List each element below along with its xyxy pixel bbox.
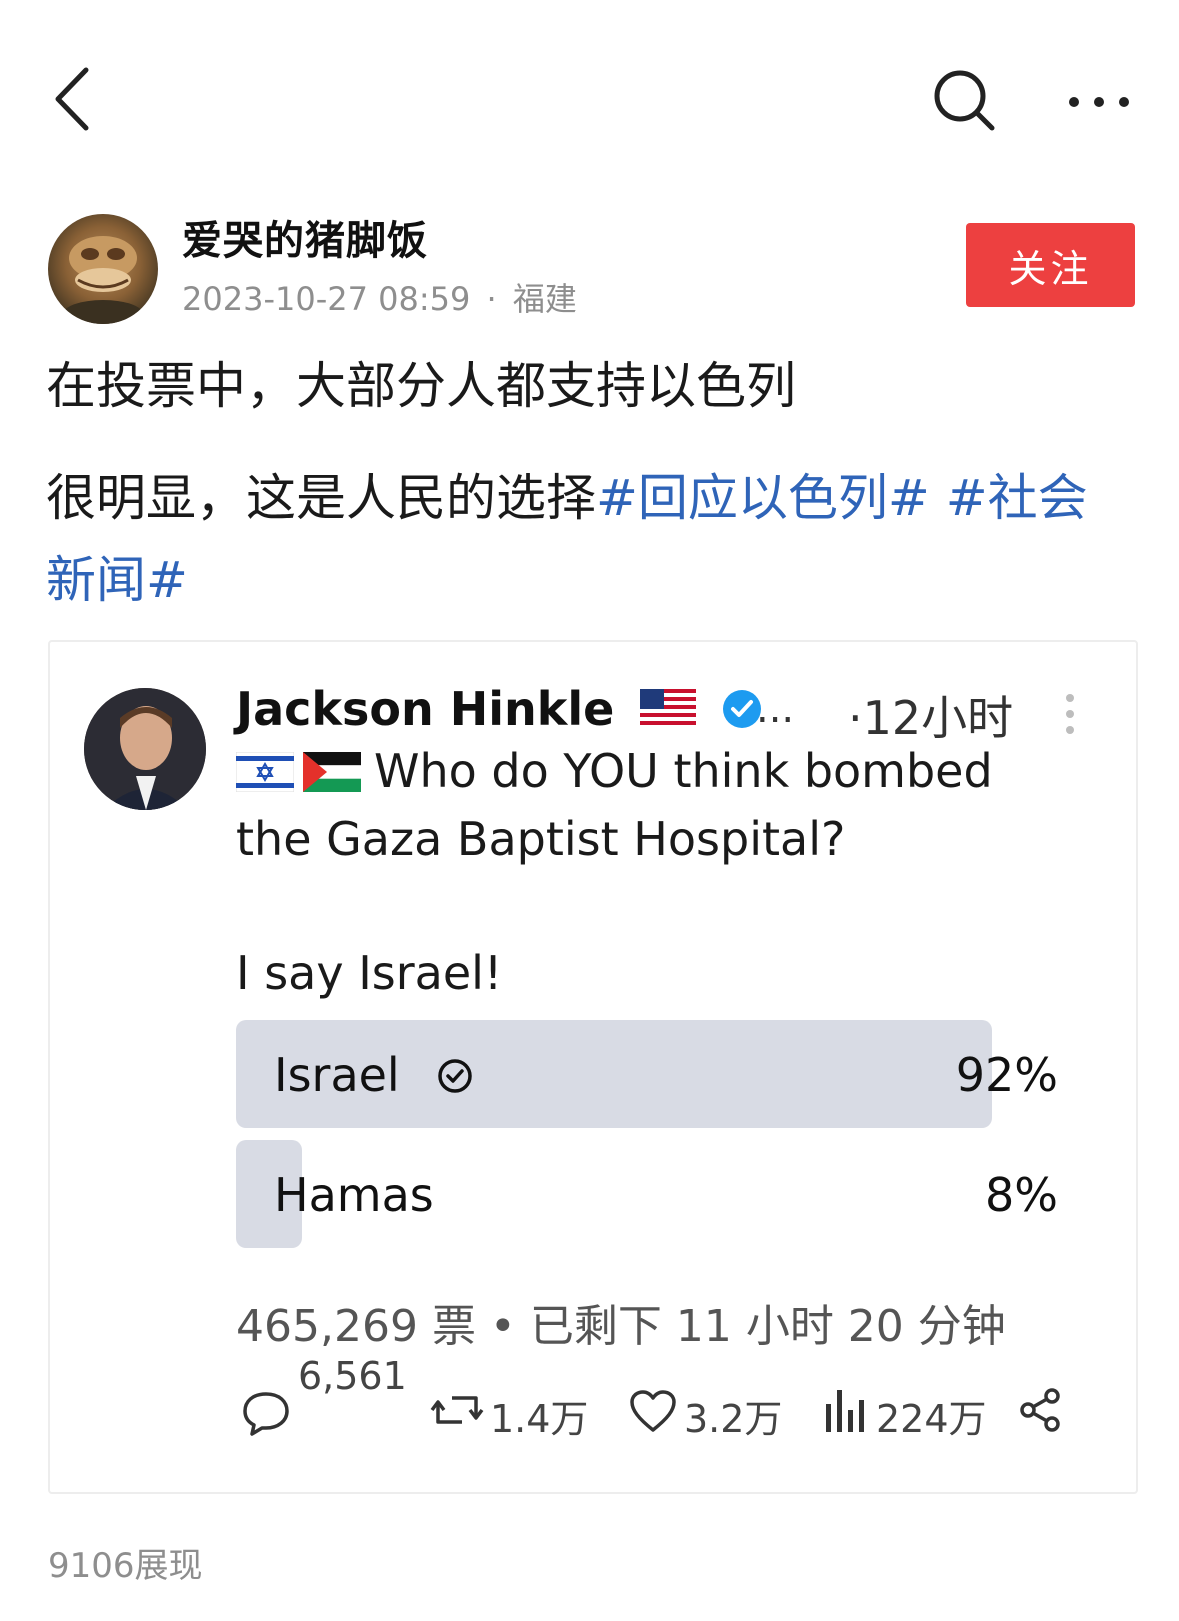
tweet-more-icon xyxy=(1064,692,1076,740)
palestine-flag-icon xyxy=(303,752,362,792)
back-button[interactable] xyxy=(48,64,98,134)
reply-stat xyxy=(240,1388,292,1442)
check-circle-icon xyxy=(438,1059,473,1093)
impressions-count: 9106展现 xyxy=(48,1546,203,1586)
us-flag-icon xyxy=(640,689,697,729)
post-meta: 2023-10-27 08:59 · 福建 xyxy=(182,274,577,320)
meta-separator: · xyxy=(486,280,497,318)
follow-button[interactable]: 关注 xyxy=(966,223,1135,307)
post-location: 福建 xyxy=(512,280,577,318)
hashtag-link[interactable]: #回应以色列# xyxy=(596,469,930,527)
tweet-author-name: Jackson Hinkle xyxy=(236,682,764,736)
tweet-author-avatar xyxy=(84,688,206,810)
poll-option: Israel 92% xyxy=(236,1020,1058,1128)
flags-row xyxy=(235,751,362,796)
views-count: 224万 xyxy=(876,1397,987,1441)
tweet-text-line3: I say Israel! xyxy=(236,946,503,1000)
search-button[interactable] xyxy=(930,66,1000,136)
post-text-line3: 新闻# xyxy=(46,540,188,612)
poll-option-label: Hamas xyxy=(274,1168,434,1222)
tweet-text-line1: Who do YOU think bombed xyxy=(374,744,993,798)
retweet-count: 1.4万 xyxy=(490,1397,589,1441)
avatar-image xyxy=(84,688,206,810)
post-text: 很明显，这是人民的选择 xyxy=(46,469,596,527)
israel-flag-icon xyxy=(235,751,295,793)
post-text-line1: 在投票中，大部分人都支持以色列 xyxy=(46,357,796,415)
comment-icon xyxy=(243,1392,289,1436)
share-icon xyxy=(1016,1386,1064,1438)
author-avatar[interactable] xyxy=(48,214,158,324)
hashtag-link[interactable]: #社会 xyxy=(946,469,1088,527)
hashtag-link[interactable]: 新闻# xyxy=(46,551,188,609)
like-count: 3.2万 xyxy=(684,1397,783,1441)
poll-option-percent: 8% xyxy=(985,1168,1058,1222)
tweet-author-name-text: Jackson Hinkle xyxy=(236,682,615,736)
poll-option-percent: 92% xyxy=(955,1048,1058,1102)
avatar-image xyxy=(63,236,143,324)
chevron-left-icon xyxy=(55,67,89,131)
like-icon xyxy=(628,1388,678,1438)
author-name[interactable]: 爱哭的猪脚饭 xyxy=(182,208,428,266)
more-options-button[interactable] xyxy=(1064,80,1134,124)
poll-option-text: Israel xyxy=(274,1048,400,1102)
more-dots-icon xyxy=(1069,97,1129,107)
reply-count: 6,561 xyxy=(298,1354,407,1398)
tweet-time: ·12小时 xyxy=(848,691,1014,745)
poll-votes-remaining: 465,269 票 • 已剩下 11 小时 20 分钟 xyxy=(236,1301,1006,1352)
tweet-text-line2: the Gaza Baptist Hospital? xyxy=(236,812,846,866)
post-datetime: 2023-10-27 08:59 xyxy=(182,280,471,318)
views-icon xyxy=(822,1386,868,1438)
retweet-icon xyxy=(430,1388,484,1436)
poll-option: Hamas 8% xyxy=(236,1140,1058,1248)
post-text-line2: 很明显，这是人民的选择#回应以色列# #社会 xyxy=(46,458,1088,530)
name-truncation: ... xyxy=(756,686,795,732)
search-icon xyxy=(934,70,995,131)
poll-option-label: Israel xyxy=(274,1048,474,1102)
